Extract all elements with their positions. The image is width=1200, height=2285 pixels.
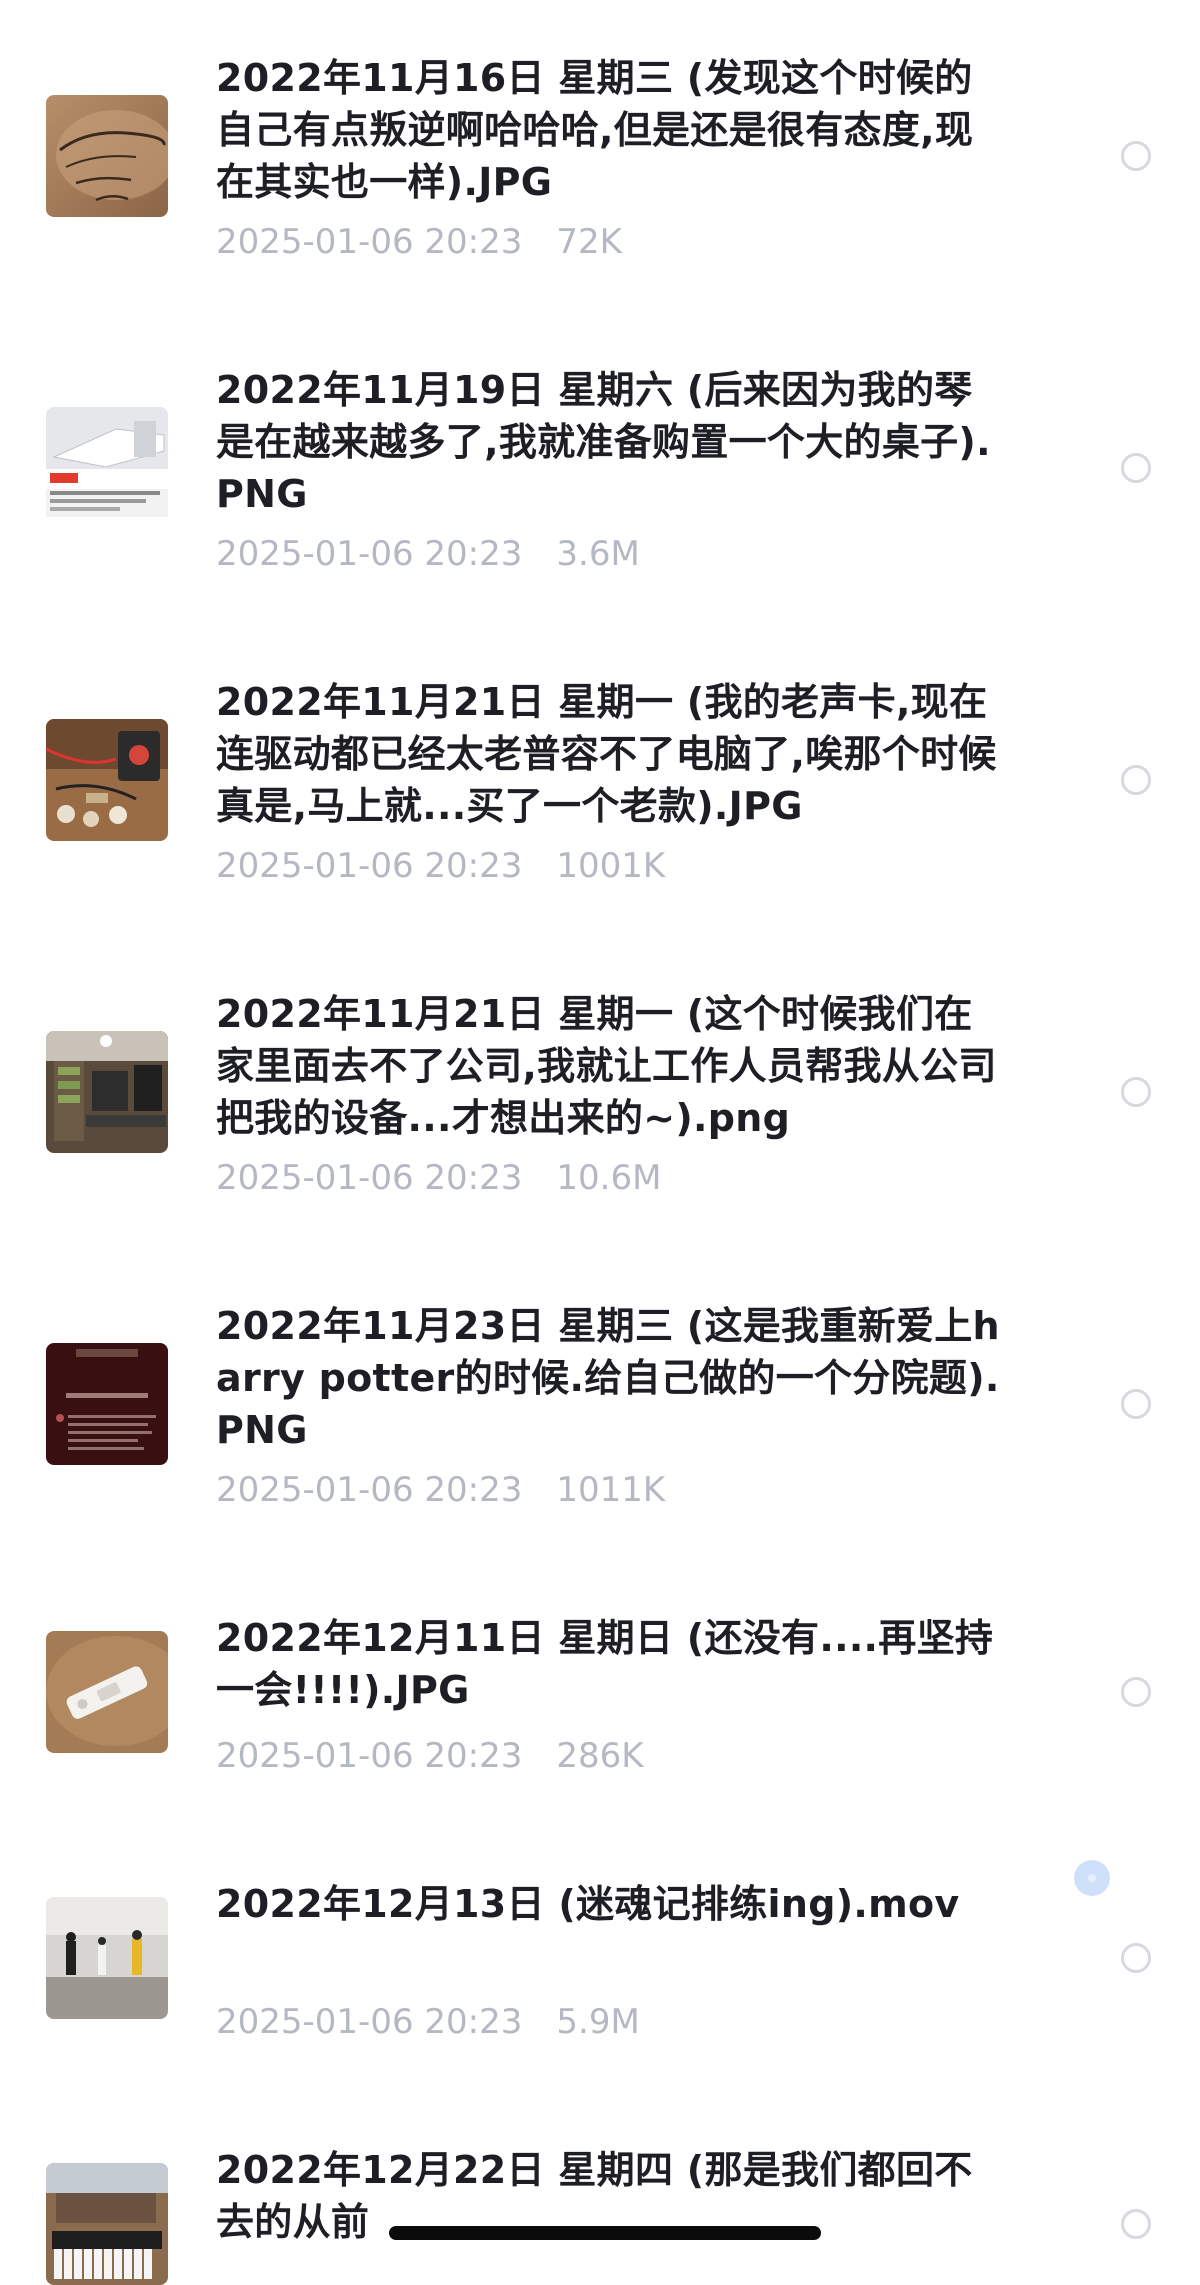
file-size: 3.6M [556, 534, 640, 574]
file-thumbnail-image [46, 95, 168, 217]
file-list: 2022年11月16日 星期三 (发现这个时候的自己有点叛逆啊哈哈哈,但是还是很… [0, 0, 1200, 2285]
select-radio[interactable] [1121, 141, 1151, 171]
file-item[interactable]: 2022年11月21日 星期一 (这个时候我们在家里面去不了公司,我就让工作人员… [0, 936, 1200, 1248]
file-item[interactable]: 2022年12月11日 星期日 (还没有....再坚持一会!!!!).JPG 2… [0, 1560, 1200, 1826]
scroll-position-indicator[interactable] [1074, 1860, 1110, 1896]
file-meta: 2025-01-06 20:23 3.6M [216, 534, 640, 574]
select-radio[interactable] [1121, 1943, 1151, 1973]
file-size: 10.6M [556, 1158, 662, 1198]
file-date: 2025-01-06 20:23 [216, 534, 523, 574]
file-name: 2022年12月11日 星期日 (还没有....再坚持一会!!!!).JPG [216, 1616, 994, 1712]
file-name: 2022年11月19日 星期六 (后来因为我的琴是在越来越多了,我就准备购置一个… [216, 368, 991, 516]
select-radio[interactable] [1121, 1077, 1151, 1107]
file-size: 5.9M [556, 2002, 640, 2042]
file-meta: 2025-01-06 20:23 72K [216, 222, 622, 262]
file-meta: 2025-01-06 20:23 10.6M [216, 1158, 661, 1198]
file-date: 2025-01-06 20:23 [216, 2002, 523, 2042]
select-radio[interactable] [1121, 1389, 1151, 1419]
file-date: 2025-01-06 20:23 [216, 1470, 523, 1510]
file-item[interactable]: 2022年11月19日 星期六 (后来因为我的琴是在越来越多了,我就准备购置一个… [0, 312, 1200, 624]
select-radio[interactable] [1121, 1677, 1151, 1707]
file-meta: 2025-01-06 20:23 286K [216, 1736, 644, 1776]
file-date: 2025-01-06 20:23 [216, 222, 523, 262]
file-thumbnail-image [46, 1343, 168, 1465]
file-name: 2022年11月21日 星期一 (我的老声卡,现在连驱动都已经太老普容不了电脑了… [216, 680, 997, 828]
home-indicator[interactable] [389, 2226, 821, 2240]
file-thumbnail-image [46, 1631, 168, 1753]
file-meta: 2025-01-06 20:23 1011K [216, 1470, 665, 1510]
file-date: 2025-01-06 20:23 [216, 1736, 523, 1776]
file-meta: 2025-01-06 20:23 1001K [216, 846, 665, 886]
file-name: 2022年12月13日 (迷魂记排练ing).mov [216, 1882, 960, 1926]
select-radio[interactable] [1121, 765, 1151, 795]
file-thumbnail-image [46, 1897, 168, 2019]
file-item[interactable]: 2022年11月23日 星期三 (这是我重新爱上harry potter的时候.… [0, 1248, 1200, 1560]
file-date: 2025-01-06 20:23 [216, 846, 523, 886]
file-size: 1001K [556, 846, 666, 886]
file-name: 2022年11月23日 星期三 (这是我重新爱上harry potter的时候.… [216, 1304, 1000, 1452]
file-meta: 2025-01-06 20:23 5.9M [216, 2002, 640, 2042]
file-size: 286K [556, 1736, 644, 1776]
select-radio[interactable] [1121, 2209, 1151, 2239]
file-thumbnail-image [46, 407, 168, 529]
file-thumbnail-image [46, 719, 168, 841]
file-item[interactable]: 2022年11月21日 星期一 (我的老声卡,现在连驱动都已经太老普容不了电脑了… [0, 624, 1200, 936]
file-item[interactable]: 2022年12月13日 (迷魂记排练ing).mov 2025-01-06 20… [0, 1826, 1200, 2092]
file-name: 2022年11月16日 星期三 (发现这个时候的自己有点叛逆啊哈哈哈,但是还是很… [216, 56, 974, 204]
file-size: 1011K [556, 1470, 666, 1510]
file-name: 2022年11月21日 星期一 (这个时候我们在家里面去不了公司,我就让工作人员… [216, 992, 997, 1140]
file-date: 2025-01-06 20:23 [216, 1158, 523, 1198]
select-radio[interactable] [1121, 453, 1151, 483]
file-thumbnail-image [46, 1031, 168, 1153]
file-size: 72K [556, 222, 622, 262]
file-item[interactable]: 2022年11月16日 星期三 (发现这个时候的自己有点叛逆啊哈哈哈,但是还是很… [0, 0, 1200, 312]
file-thumbnail-image [46, 2163, 168, 2285]
